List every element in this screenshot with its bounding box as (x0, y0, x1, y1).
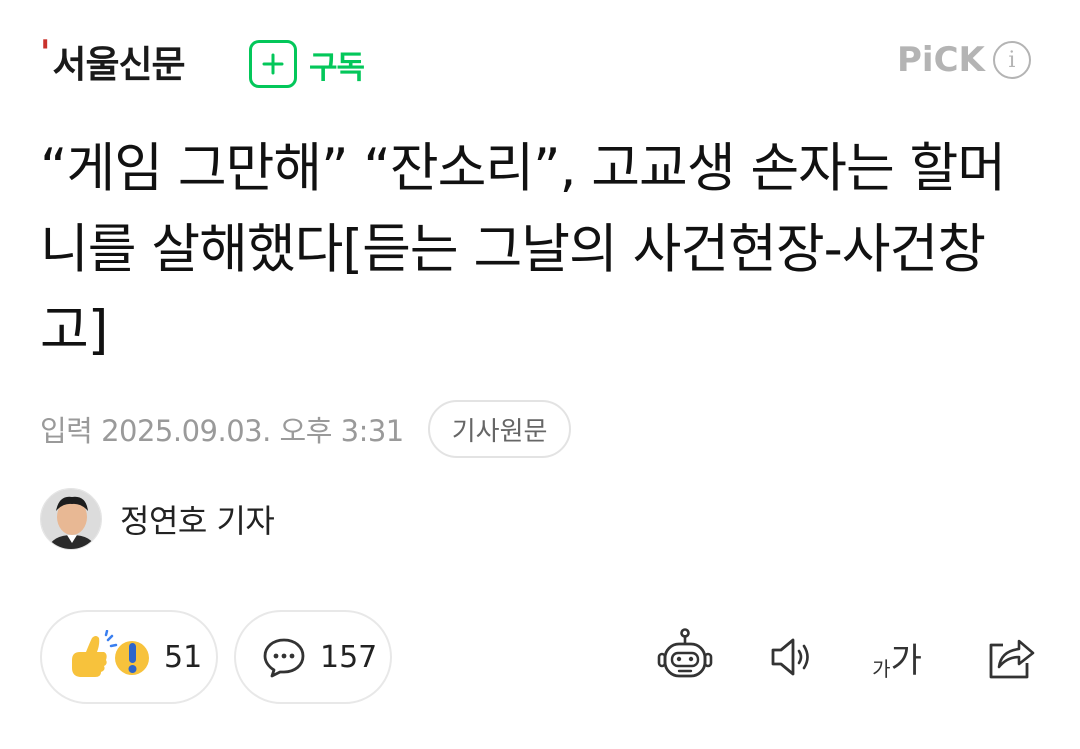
reaction-button[interactable]: 51 (40, 610, 218, 704)
share-icon (989, 639, 1035, 679)
pick-badge: PiCK i (897, 40, 1031, 80)
summary-bot-button[interactable] (650, 624, 720, 690)
subscribe-button[interactable]: 구독 (249, 40, 365, 88)
summary-bot-icon (657, 628, 713, 678)
reporter-name: 정연호 기자 (120, 502, 275, 540)
original-article-button[interactable]: 기사원문 (427, 400, 572, 458)
reaction-count: 51 (164, 639, 203, 675)
press-logo[interactable]: ' 서울신문 (40, 33, 186, 88)
reporter-info[interactable]: 정연호 기자 (40, 488, 275, 550)
comment-icon (263, 638, 305, 678)
share-button[interactable] (974, 624, 1044, 690)
pick-label: PiCK (897, 40, 985, 80)
action-bar: 51 157 가 가 (0, 610, 1080, 704)
font-size-icon: 가 가 (872, 633, 922, 682)
font-size-big-label: 가 (890, 640, 922, 681)
reaction-icon (72, 630, 149, 677)
font-size-button[interactable]: 가 가 (862, 624, 932, 690)
press-name: 서울신문 (52, 43, 185, 86)
plus-icon (249, 40, 297, 88)
speaker-icon (771, 638, 809, 676)
listen-button[interactable] (756, 624, 826, 690)
comment-button[interactable]: 157 (234, 610, 392, 704)
info-icon[interactable]: i (992, 41, 1031, 79)
font-size-small-label: 가 (872, 656, 891, 681)
reporter-avatar (40, 488, 102, 550)
subscribe-label: 구독 (309, 49, 365, 86)
article-headline: “게임 그만해” “잔소리”, 고교생 손자는 할머니를 살해했다[듣는 그날의… (40, 138, 1006, 361)
press-logo-mark: ' (40, 33, 51, 73)
comment-count: 157 (320, 639, 378, 675)
article-meta: 입력 2025.09.03. 오후 3:31 기사원문 (40, 400, 572, 458)
publish-date: 입력 2025.09.03. 오후 3:31 (40, 414, 404, 448)
top-bar: ' 서울신문 구독 PiCK i (0, 0, 1080, 120)
